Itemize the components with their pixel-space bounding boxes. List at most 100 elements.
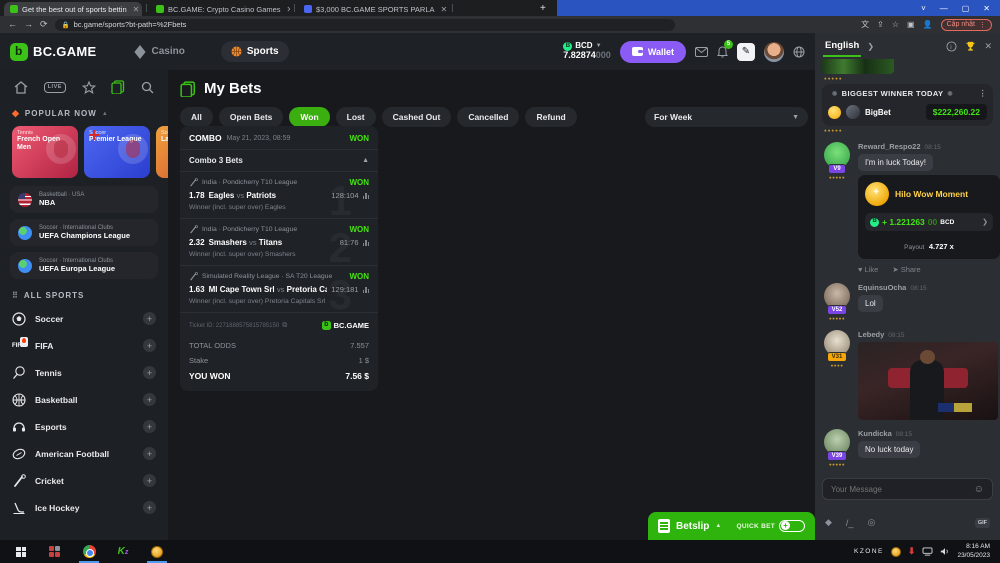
hilo-win-card[interactable]: Hilo Wow Moment + 1.221263 00 BCD ❯ Payo… — [858, 175, 1000, 259]
share-button[interactable]: ➤ Share — [892, 265, 920, 274]
browser-tab-3[interactable]: $3,000 BC.GAME SPORTS PARLA ✕ — [298, 2, 448, 16]
message-username[interactable]: Kundicka — [858, 429, 892, 438]
sport-item-cricket[interactable]: Cricket + — [0, 467, 168, 494]
winner-name[interactable]: BigBet — [865, 108, 891, 117]
filter-refund[interactable]: Refund — [525, 107, 576, 127]
expand-plus-icon[interactable]: + — [143, 339, 156, 352]
tab-search-icon[interactable]: ˅ — [921, 4, 926, 13]
network-icon[interactable] — [922, 547, 933, 556]
stats-icon[interactable] — [363, 286, 370, 293]
tab-close-icon[interactable]: ✕ — [133, 5, 140, 14]
toggle-switch[interactable] — [779, 520, 805, 532]
expand-plus-icon[interactable]: + — [143, 366, 156, 379]
chat-gif-image[interactable] — [858, 342, 998, 420]
slash-command-icon[interactable]: /_ — [846, 518, 854, 528]
chat-language-tab[interactable]: English — [823, 36, 861, 57]
period-dropdown[interactable]: For Week ▼ — [645, 107, 808, 127]
betslip-bar[interactable]: Betslip ▲ QUICK BET — [648, 512, 815, 540]
notifications-bell-icon[interactable]: 5 — [717, 46, 728, 58]
minimize-icon[interactable]: — — [940, 4, 948, 13]
tab-close-icon[interactable]: ✕ — [287, 5, 290, 14]
emoji-icon[interactable]: ☺ — [974, 484, 984, 495]
gif-keyboard-icon[interactable]: GIF — [975, 518, 990, 528]
user-avatar[interactable] — [764, 42, 784, 62]
hilo-amount-row[interactable]: + 1.221263 00 BCD ❯ — [865, 213, 993, 231]
betslip-header-icon[interactable]: ✎ — [737, 43, 755, 61]
sport-item-basketball[interactable]: Basketball + — [0, 386, 168, 413]
chat-close-icon[interactable]: ✕ — [984, 41, 992, 52]
share-icon[interactable]: ⇪ — [877, 20, 884, 29]
filter-all[interactable]: All — [180, 107, 213, 127]
sport-item-soccer[interactable]: Soccer + — [0, 305, 168, 332]
filter-cancelled[interactable]: Cancelled — [457, 107, 519, 127]
popular-list-uel[interactable]: Soccer · International Clubs UEFA Europa… — [10, 252, 158, 279]
copy-icon[interactable]: ⧉ — [282, 322, 287, 330]
expand-plus-icon[interactable]: + — [143, 501, 156, 514]
bcgame-logo[interactable]: BC.GAME — [10, 43, 97, 61]
favorites-star-icon[interactable] — [82, 81, 96, 94]
taskbar-app-2[interactable]: Kz — [106, 540, 140, 563]
mail-icon[interactable] — [695, 47, 708, 57]
popular-list-ucl[interactable]: Soccer · International Clubs UEFA Champi… — [10, 219, 158, 246]
search-icon[interactable] — [141, 81, 154, 94]
taskbar-clock[interactable]: 8:16 AM 23/05/2023 — [957, 543, 996, 561]
quick-bet-toggle[interactable]: QUICK BET — [737, 520, 805, 532]
chrome-update-button[interactable]: Cập nhật ⋮ — [941, 19, 992, 31]
chevron-right-icon[interactable]: ❯ — [867, 42, 874, 51]
coin-drop-icon[interactable]: ◆ — [825, 517, 832, 528]
expand-plus-icon[interactable]: + — [143, 312, 156, 325]
side-panel-icon[interactable]: ▣ — [907, 20, 915, 29]
bet-card[interactable]: COMBO May 21, 2023, 08:59 WON Combo 3 Be… — [180, 126, 378, 391]
expand-plus-icon[interactable]: + — [143, 420, 156, 433]
like-button[interactable]: ♥ Like — [858, 265, 878, 274]
nav-casino[interactable]: Casino — [123, 40, 195, 64]
expand-plus-icon[interactable]: + — [143, 474, 156, 487]
address-bar[interactable]: 🔒 bc.game/sports?bt-path=%2Fbets — [55, 19, 675, 31]
maximize-icon[interactable]: ▢ — [962, 4, 970, 13]
chat-input[interactable]: ☺ — [822, 478, 993, 500]
sport-item-american-football[interactable]: American Football + — [0, 440, 168, 467]
bet-combo-row[interactable]: Combo 3 Bets ▲ — [180, 150, 378, 172]
translate-icon[interactable]: 文 — [861, 19, 869, 30]
my-bets-icon[interactable] — [111, 80, 125, 94]
profile-icon[interactable]: 👤 — [923, 20, 933, 29]
kebab-menu-icon[interactable]: ⋮ — [979, 21, 986, 29]
home-icon[interactable] — [14, 81, 28, 94]
live-icon[interactable]: LIVE — [44, 82, 66, 93]
message-username[interactable]: Reward_Respo22 — [858, 142, 921, 151]
tray-coin-icon[interactable] — [891, 547, 901, 557]
back-icon[interactable]: ← — [8, 20, 17, 29]
reload-icon[interactable]: ⟳ — [40, 20, 48, 29]
taskbar-app-1[interactable] — [38, 540, 72, 563]
filter-lost[interactable]: Lost — [336, 107, 376, 127]
popular-card-premier-league[interactable]: Soccer Premier League — [84, 126, 150, 178]
chevron-right-icon[interactable]: ❯ — [982, 218, 988, 226]
collapse-caret-icon[interactable]: ▲ — [362, 157, 369, 164]
filter-won[interactable]: Won — [289, 107, 329, 127]
filter-cashed-out[interactable]: Cashed Out — [382, 107, 452, 127]
chat-message-field[interactable] — [831, 485, 974, 494]
sport-item-esports[interactable]: Esports + — [0, 413, 168, 440]
kebab-menu-icon[interactable]: ⋮ — [979, 89, 987, 98]
globe-language-icon[interactable] — [793, 46, 805, 58]
download-arrow-icon[interactable]: ⬇ — [908, 546, 916, 557]
new-tab-button[interactable]: + — [540, 3, 546, 14]
taskbar-app-3[interactable] — [140, 540, 174, 563]
info-icon[interactable]: i — [946, 41, 957, 52]
sport-item-ice-hockey[interactable]: Ice Hockey + — [0, 494, 168, 521]
sport-item-fifa[interactable]: FIFA FIFA + — [0, 332, 168, 359]
sport-item-tennis[interactable]: Tennis + — [0, 359, 168, 386]
speaker-icon[interactable] — [940, 547, 950, 556]
popular-card-french-open[interactable]: Tennis French Open Men — [12, 126, 78, 178]
popular-card-laliga[interactable]: Soccer LaLiga — [156, 126, 168, 178]
nav-sports[interactable]: Sports — [221, 41, 289, 62]
filter-open-bets[interactable]: Open Bets — [219, 107, 284, 127]
close-icon[interactable]: ✕ — [983, 4, 990, 13]
popular-list-nba[interactable]: Basketball · USA NBA — [10, 186, 158, 213]
stats-icon[interactable] — [363, 192, 370, 199]
start-button[interactable] — [4, 540, 38, 563]
trophy-icon[interactable] — [965, 41, 976, 52]
forward-icon[interactable]: → — [24, 20, 33, 29]
balance-display[interactable]: BCD ▼ 7.82874000 — [563, 42, 611, 61]
popular-now-header[interactable]: ◆ POPULAR NOW ▲ — [0, 102, 168, 124]
